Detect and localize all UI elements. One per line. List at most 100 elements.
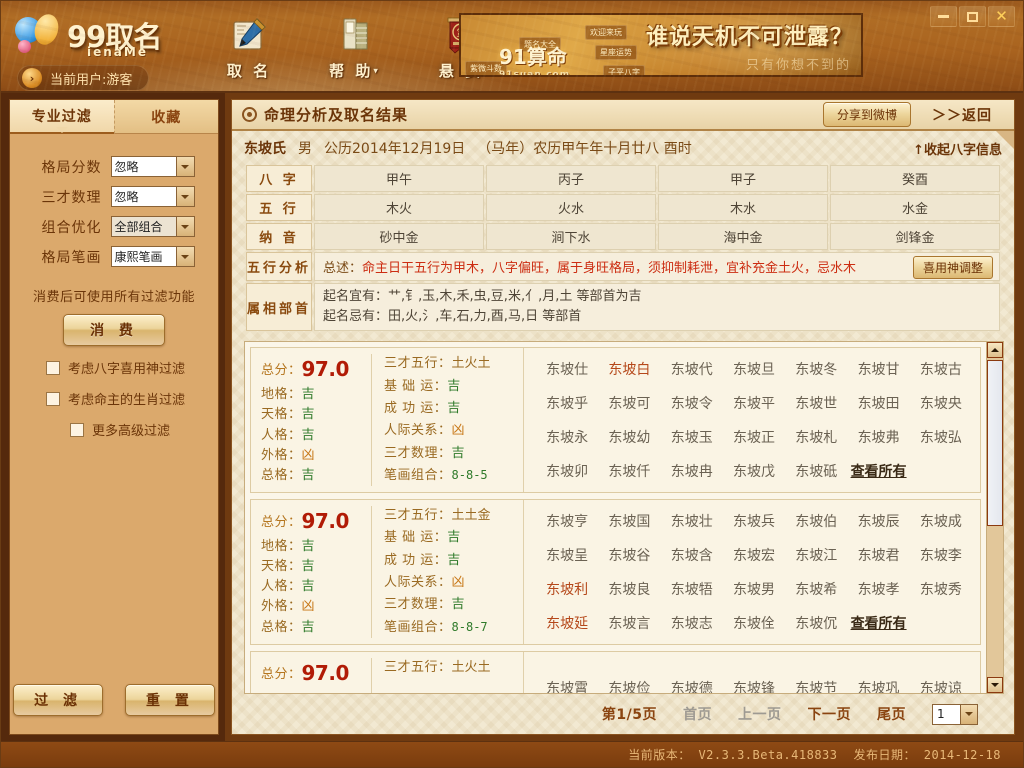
name-cell[interactable]: 东坡霄 xyxy=(536,678,598,693)
name-cell[interactable]: 东坡佺 xyxy=(723,613,785,633)
name-cell[interactable]: 东坡谷 xyxy=(598,545,660,565)
tab-professional-filter[interactable]: 专业过滤 xyxy=(10,100,114,134)
name-cell[interactable]: 东坡男 xyxy=(723,579,785,599)
checkbox-favorable-god[interactable] xyxy=(46,360,60,375)
name-cell[interactable]: 东坡弗 xyxy=(847,427,909,447)
consume-button[interactable]: 消 费 xyxy=(63,314,165,346)
view-all-link[interactable]: 查看所有 xyxy=(847,461,909,481)
name-cell[interactable]: 东坡呈 xyxy=(536,545,598,565)
scrollbar-track[interactable] xyxy=(987,358,1003,677)
name-cell[interactable]: 东坡正 xyxy=(723,427,785,447)
name-cell[interactable]: 东坡孝 xyxy=(847,579,909,599)
name-cell[interactable]: 东坡君 xyxy=(847,545,909,565)
name-cell[interactable]: 东坡江 xyxy=(785,545,847,565)
maximize-button[interactable] xyxy=(959,6,986,27)
name-cell[interactable]: 东坡秀 xyxy=(910,579,972,599)
checkbox-zodiac[interactable] xyxy=(46,391,60,406)
name-cell[interactable]: 东坡伔 xyxy=(785,613,847,633)
name-cell[interactable]: 东坡乎 xyxy=(536,393,598,413)
next-page-link[interactable]: 下一页 xyxy=(808,704,852,724)
name-cell[interactable]: 东坡田 xyxy=(847,393,909,413)
name-cell[interactable]: 东坡亨 xyxy=(536,511,598,531)
name-cell[interactable]: 东坡巩 xyxy=(847,678,909,693)
name-cell[interactable]: 东坡言 xyxy=(598,613,660,633)
name-cell[interactable]: 东坡弘 xyxy=(910,427,972,447)
select-combination[interactable]: 全部组合 xyxy=(110,216,195,237)
name-cell[interactable]: 东坡德 xyxy=(661,678,723,693)
name-cell[interactable]: 东坡伯 xyxy=(785,511,847,531)
name-cell[interactable]: 东坡戊 xyxy=(723,461,785,481)
name-cell[interactable]: 东坡俭 xyxy=(598,678,660,693)
view-all-link[interactable]: 查看所有 xyxy=(847,613,909,633)
name-cell[interactable]: 东坡延 xyxy=(536,613,598,633)
name-cell[interactable]: 东坡永 xyxy=(536,427,598,447)
name-cell[interactable]: 东坡仕 xyxy=(536,359,598,379)
toolbar-item-naming[interactable]: 取 名 xyxy=(213,11,285,81)
name-cell[interactable]: 东坡白 xyxy=(598,359,660,379)
name-cell[interactable]: 东坡旦 xyxy=(723,359,785,379)
name-cell[interactable]: 东坡谅 xyxy=(910,678,972,693)
name-cell[interactable]: 东坡古 xyxy=(910,359,972,379)
tab-favorites[interactable]: 收藏 xyxy=(113,100,218,134)
toolbar-item-help[interactable]: 帮 助▾ xyxy=(319,11,391,81)
result-card[interactable]: 总分：97.0 地格：吉 天格：吉 人格：吉 外格：凶 总格：吉 三才五行：土 xyxy=(250,498,981,645)
name-cell[interactable]: 东坡节 xyxy=(785,678,847,693)
back-button[interactable]: ＞＞返回 xyxy=(918,105,1004,125)
name-cell[interactable]: 东坡可 xyxy=(598,393,660,413)
apply-filter-button[interactable]: 过 滤 xyxy=(13,684,103,716)
name-cell[interactable]: 东坡代 xyxy=(661,359,723,379)
checkbox-row-favorable-god[interactable]: 考虑八字喜用神过滤 xyxy=(46,358,218,377)
scroll-down-button[interactable] xyxy=(987,677,1003,693)
name-cell[interactable]: 东坡兵 xyxy=(723,511,785,531)
name-cell[interactable]: 东坡国 xyxy=(598,511,660,531)
name-cell[interactable]: 东坡令 xyxy=(661,393,723,413)
name-cell[interactable]: 东坡央 xyxy=(910,393,972,413)
name-cell[interactable]: 东坡含 xyxy=(661,545,723,565)
page-number-select[interactable]: 1 xyxy=(932,703,978,725)
name-cell[interactable]: 东坡辰 xyxy=(847,511,909,531)
minimize-button[interactable] xyxy=(930,6,957,27)
promo-banner[interactable]: 题名大全 欢迎来玩 星座运势 紫微斗数 子平八字 91算命 91suan.com… xyxy=(459,13,863,77)
select-pattern-score[interactable]: 忽略 xyxy=(110,156,195,177)
name-cell[interactable]: 东坡宏 xyxy=(723,545,785,565)
name-cell[interactable]: 东坡世 xyxy=(785,393,847,413)
favorable-god-adjust-button[interactable]: 喜用神调整 xyxy=(912,256,993,279)
name-cell[interactable]: 东坡李 xyxy=(910,545,972,565)
prev-page-link[interactable]: 上一页 xyxy=(738,704,782,724)
name-cell[interactable]: 东坡志 xyxy=(661,613,723,633)
name-cell[interactable]: 东坡平 xyxy=(723,393,785,413)
result-card[interactable]: 总分：97.0 地格：吉 天格：吉 人格：吉 外格：凶 总格：吉 三才五行：土 xyxy=(250,347,981,493)
name-cell[interactable]: 东坡卯 xyxy=(536,461,598,481)
name-cell[interactable]: 东坡幼 xyxy=(598,427,660,447)
last-page-link[interactable]: 尾页 xyxy=(877,704,906,724)
select-strokes[interactable]: 康熙笔画 xyxy=(110,246,195,267)
name-cell[interactable]: 东坡札 xyxy=(785,427,847,447)
name-cell[interactable]: 东坡利 xyxy=(536,579,598,599)
name-cell[interactable]: 东坡锋 xyxy=(723,678,785,693)
reset-filter-button[interactable]: 重 置 xyxy=(125,684,215,716)
collapse-bazi-link[interactable]: ↑收起八字信息 xyxy=(913,139,1002,158)
name-cell[interactable]: 东坡砥 xyxy=(785,461,847,481)
checkbox-row-advanced[interactable]: 更多高级过滤 xyxy=(70,420,218,439)
first-page-link[interactable]: 首页 xyxy=(683,704,712,724)
name-cell[interactable]: 东坡冬 xyxy=(785,359,847,379)
name-cell[interactable]: 东坡玉 xyxy=(661,427,723,447)
current-user-bar[interactable]: › 当前用户:游客 xyxy=(17,65,150,91)
checkbox-row-zodiac[interactable]: 考虑命主的生肖过滤 xyxy=(46,389,218,408)
result-card[interactable]: 总分：97.0 地格：吉 天格：吉 三才五行：土火土 基 础 运：吉 成 功 运… xyxy=(250,650,981,693)
scrollbar-thumb[interactable] xyxy=(987,360,1003,526)
checkbox-advanced[interactable] xyxy=(70,422,84,437)
name-cell[interactable]: 东坡仟 xyxy=(598,461,660,481)
name-cell[interactable]: 东坡冉 xyxy=(661,461,723,481)
name-cell[interactable]: 东坡壮 xyxy=(661,511,723,531)
name-cell[interactable]: 东坡希 xyxy=(785,579,847,599)
share-to-weibo-button[interactable]: 分享到微博 xyxy=(822,102,911,127)
name-cell[interactable]: 东坡牾 xyxy=(661,579,723,599)
close-button[interactable]: ✕ xyxy=(988,6,1015,27)
name-cell[interactable]: 东坡成 xyxy=(910,511,972,531)
scroll-up-button[interactable] xyxy=(987,342,1003,359)
name-cell[interactable]: 东坡良 xyxy=(598,579,660,599)
name-cell[interactable]: 东坡甘 xyxy=(847,359,909,379)
results-scrollbar[interactable] xyxy=(986,342,1003,693)
select-sancai[interactable]: 忽略 xyxy=(110,186,195,207)
